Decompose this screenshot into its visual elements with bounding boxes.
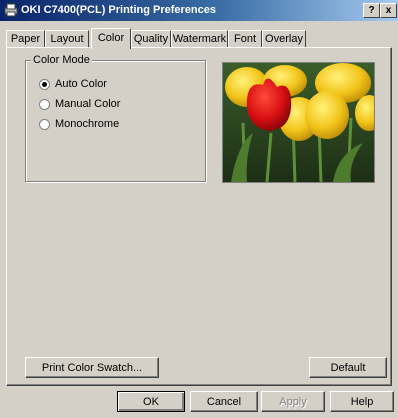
radio-selected-icon[interactable]: [39, 79, 50, 90]
ok-button[interactable]: OK: [117, 391, 185, 412]
default-button[interactable]: Default: [309, 357, 387, 378]
help-button[interactable]: Help: [330, 391, 394, 412]
tab-quality[interactable]: Quality: [131, 30, 171, 48]
tab-watermark[interactable]: Watermark: [171, 30, 228, 48]
radio-unselected-icon[interactable]: [39, 99, 50, 110]
cancel-button[interactable]: Cancel: [190, 391, 258, 412]
tab-color[interactable]: Color: [91, 28, 131, 49]
window-title: OKI C7400(PCL) Printing Preferences: [21, 4, 217, 16]
tab-layout[interactable]: Layout: [45, 30, 89, 48]
color-preview-image: [222, 62, 375, 183]
radio-unselected-icon[interactable]: [39, 119, 50, 130]
title-bar: OKI C7400(PCL) Printing Preferences ? x: [0, 0, 398, 21]
printer-icon: [4, 3, 18, 17]
tab-overlay[interactable]: Overlay: [262, 30, 306, 48]
apply-button[interactable]: Apply: [261, 391, 325, 412]
help-title-button[interactable]: ?: [363, 3, 380, 18]
tulips-image: [223, 63, 374, 182]
radio-label: Monochrome: [55, 118, 120, 130]
close-title-button[interactable]: x: [380, 3, 397, 18]
tab-paper[interactable]: Paper: [6, 30, 45, 48]
printing-preferences-dialog: OKI C7400(PCL) Printing Preferences ? x …: [0, 0, 398, 418]
tab-font[interactable]: Font: [228, 30, 262, 48]
radio-label: Auto Color: [55, 78, 107, 90]
print-color-swatch-button[interactable]: Print Color Swatch...: [25, 357, 159, 378]
color-mode-group: Color Mode Auto Color Manual Color Monoc…: [25, 54, 206, 182]
color-mode-legend: Color Mode: [31, 54, 92, 66]
radio-label: Manual Color: [55, 98, 121, 110]
